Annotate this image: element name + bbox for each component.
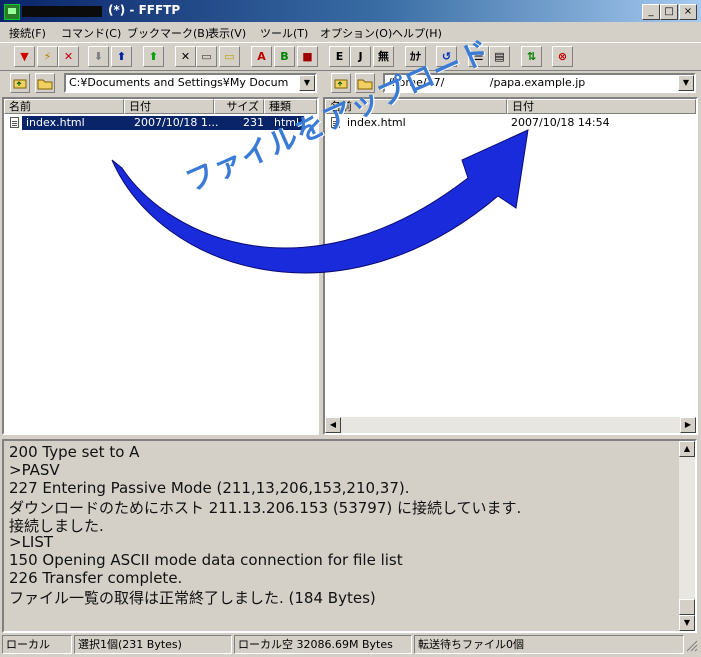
- log-line: ファイル一覧の取得は正常終了しました. (184 Bytes): [9, 589, 376, 607]
- scroll-thumb[interactable]: [679, 599, 695, 615]
- status-free-space: ローカル空 32086.69M Bytes: [234, 635, 412, 654]
- log-vertical-scrollbar[interactable]: ▲ ▼: [679, 441, 695, 631]
- upload-arrow-icon: [111, 129, 529, 274]
- scroll-up-icon[interactable]: ▲: [679, 441, 695, 457]
- log-line: >PASV: [9, 461, 60, 479]
- status-selected: 選択1個(231 Bytes): [74, 635, 232, 654]
- scroll-down-icon[interactable]: ▼: [679, 615, 695, 631]
- log-panel[interactable]: ▲ ▼ 200 Type set to A >PASV 227 Entering P…: [2, 439, 697, 633]
- status-mode: ローカル: [2, 635, 72, 654]
- ffftp-window: (*) - FFFTP _ □ × 接続(F) コマンド(C) ブックマーク(B…: [0, 0, 701, 657]
- log-line: 227 Entering Passive Mode (211,13,206,15…: [9, 479, 410, 497]
- status-queue: 転送待ちファイル0個: [414, 635, 684, 654]
- resize-grip-icon[interactable]: [686, 640, 698, 652]
- status-bar: ローカル 選択1個(231 Bytes) ローカル空 32086.69M Byt…: [0, 635, 701, 654]
- log-line: 150 Opening ASCII mode data connection f…: [9, 551, 403, 569]
- log-line: 200 Type set to A: [9, 443, 140, 461]
- log-line: >LIST: [9, 533, 54, 551]
- log-line: 226 Transfer complete.: [9, 569, 183, 587]
